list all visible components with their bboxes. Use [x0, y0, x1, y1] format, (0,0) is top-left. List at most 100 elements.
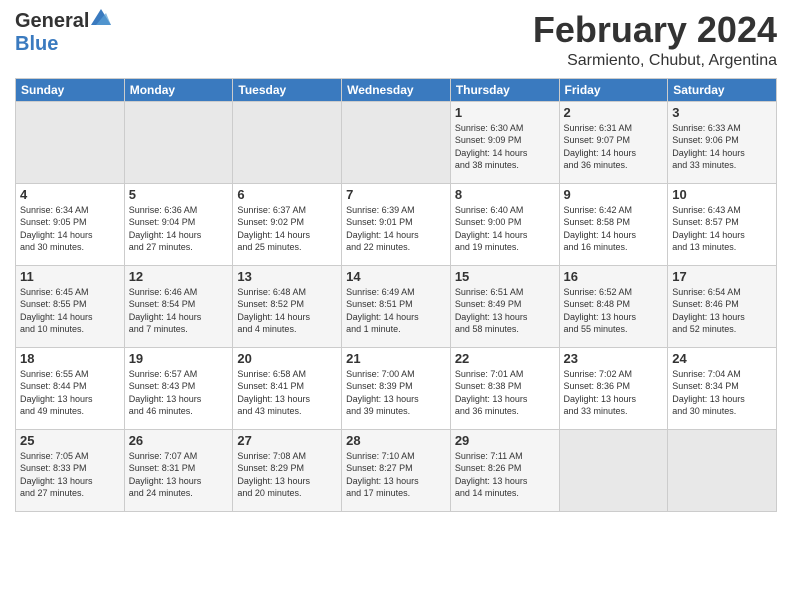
calendar-cell: 12 Sunrise: 6:46 AM Sunset: 8:54 PM Dayli…: [124, 265, 233, 347]
day-number: 10: [672, 187, 772, 202]
day-info: Sunrise: 7:05 AM Sunset: 8:33 PM Dayligh…: [20, 450, 120, 500]
day-number: 11: [20, 269, 120, 284]
calendar-table: Sunday Monday Tuesday Wednesday Thursday…: [15, 78, 777, 512]
day-number: 13: [237, 269, 337, 284]
calendar-cell: 3 Sunrise: 6:33 AM Sunset: 9:06 PM Daylig…: [668, 101, 777, 183]
calendar-week-5: 25 Sunrise: 7:05 AM Sunset: 8:33 PM Dayli…: [16, 429, 777, 511]
calendar-cell: 2 Sunrise: 6:31 AM Sunset: 9:07 PM Daylig…: [559, 101, 668, 183]
day-info: Sunrise: 7:10 AM Sunset: 8:27 PM Dayligh…: [346, 450, 446, 500]
day-info: Sunrise: 6:49 AM Sunset: 8:51 PM Dayligh…: [346, 286, 446, 336]
day-number: 2: [564, 105, 664, 120]
calendar-cell: [124, 101, 233, 183]
location: Sarmiento, Chubut, Argentina: [533, 52, 777, 70]
logo-general: General: [15, 10, 89, 33]
day-info: Sunrise: 6:33 AM Sunset: 9:06 PM Dayligh…: [672, 122, 772, 172]
day-info: Sunrise: 7:04 AM Sunset: 8:34 PM Dayligh…: [672, 368, 772, 418]
calendar-cell: 23 Sunrise: 7:02 AM Sunset: 8:36 PM Dayli…: [559, 347, 668, 429]
calendar-cell: [233, 101, 342, 183]
calendar-cell: 7 Sunrise: 6:39 AM Sunset: 9:01 PM Daylig…: [342, 183, 451, 265]
calendar-cell: [16, 101, 125, 183]
day-number: 9: [564, 187, 664, 202]
calendar-cell: [668, 429, 777, 511]
day-number: 8: [455, 187, 555, 202]
day-info: Sunrise: 6:34 AM Sunset: 9:05 PM Dayligh…: [20, 204, 120, 254]
day-info: Sunrise: 7:08 AM Sunset: 8:29 PM Dayligh…: [237, 450, 337, 500]
calendar-cell: 14 Sunrise: 6:49 AM Sunset: 8:51 PM Dayli…: [342, 265, 451, 347]
day-info: Sunrise: 6:42 AM Sunset: 8:58 PM Dayligh…: [564, 204, 664, 254]
calendar-cell: 19 Sunrise: 6:57 AM Sunset: 8:43 PM Dayli…: [124, 347, 233, 429]
day-number: 25: [20, 433, 120, 448]
calendar-cell: 22 Sunrise: 7:01 AM Sunset: 8:38 PM Dayli…: [450, 347, 559, 429]
calendar-cell: 27 Sunrise: 7:08 AM Sunset: 8:29 PM Dayli…: [233, 429, 342, 511]
logo: General Blue: [15, 10, 111, 56]
col-monday: Monday: [124, 78, 233, 101]
calendar-cell: 24Sunrise: 7:04 AM Sunset: 8:34 PM Dayli…: [668, 347, 777, 429]
day-info: Sunrise: 6:58 AM Sunset: 8:41 PM Dayligh…: [237, 368, 337, 418]
day-number: 16: [564, 269, 664, 284]
day-info: Sunrise: 6:57 AM Sunset: 8:43 PM Dayligh…: [129, 368, 229, 418]
day-number: 28: [346, 433, 446, 448]
logo-icon: [91, 9, 111, 25]
calendar-cell: 18Sunrise: 6:55 AM Sunset: 8:44 PM Dayli…: [16, 347, 125, 429]
calendar-week-1: 1 Sunrise: 6:30 AM Sunset: 9:09 PM Daylig…: [16, 101, 777, 183]
day-number: 4: [20, 187, 120, 202]
day-info: Sunrise: 7:01 AM Sunset: 8:38 PM Dayligh…: [455, 368, 555, 418]
calendar-cell: 16 Sunrise: 6:52 AM Sunset: 8:48 PM Dayli…: [559, 265, 668, 347]
day-info: Sunrise: 6:37 AM Sunset: 9:02 PM Dayligh…: [237, 204, 337, 254]
day-info: Sunrise: 6:36 AM Sunset: 9:04 PM Dayligh…: [129, 204, 229, 254]
calendar-cell: 8 Sunrise: 6:40 AM Sunset: 9:00 PM Daylig…: [450, 183, 559, 265]
calendar-cell: 20 Sunrise: 6:58 AM Sunset: 8:41 PM Dayli…: [233, 347, 342, 429]
day-number: 14: [346, 269, 446, 284]
day-number: 27: [237, 433, 337, 448]
calendar-cell: 6Sunrise: 6:37 AM Sunset: 9:02 PM Daylig…: [233, 183, 342, 265]
day-number: 21: [346, 351, 446, 366]
day-number: 22: [455, 351, 555, 366]
calendar-cell: 11 Sunrise: 6:45 AM Sunset: 8:55 PM Dayli…: [16, 265, 125, 347]
day-info: Sunrise: 6:40 AM Sunset: 9:00 PM Dayligh…: [455, 204, 555, 254]
day-info: Sunrise: 6:54 AM Sunset: 8:46 PM Dayligh…: [672, 286, 772, 336]
calendar-body: 1 Sunrise: 6:30 AM Sunset: 9:09 PM Daylig…: [16, 101, 777, 511]
calendar-cell: 26Sunrise: 7:07 AM Sunset: 8:31 PM Dayli…: [124, 429, 233, 511]
day-number: 19: [129, 351, 229, 366]
day-info: Sunrise: 6:30 AM Sunset: 9:09 PM Dayligh…: [455, 122, 555, 172]
day-info: Sunrise: 6:31 AM Sunset: 9:07 PM Dayligh…: [564, 122, 664, 172]
header-row: Sunday Monday Tuesday Wednesday Thursday…: [16, 78, 777, 101]
day-number: 12: [129, 269, 229, 284]
calendar-week-4: 18Sunrise: 6:55 AM Sunset: 8:44 PM Dayli…: [16, 347, 777, 429]
calendar-cell: 15Sunrise: 6:51 AM Sunset: 8:49 PM Dayli…: [450, 265, 559, 347]
calendar-cell: 5Sunrise: 6:36 AM Sunset: 9:04 PM Daylig…: [124, 183, 233, 265]
day-info: Sunrise: 6:46 AM Sunset: 8:54 PM Dayligh…: [129, 286, 229, 336]
header: General Blue February 2024 Sarmiento, Ch…: [15, 10, 777, 70]
page: General Blue February 2024 Sarmiento, Ch…: [0, 0, 792, 612]
day-number: 26: [129, 433, 229, 448]
calendar-cell: 29 Sunrise: 7:11 AM Sunset: 8:26 PM Dayli…: [450, 429, 559, 511]
col-saturday: Saturday: [668, 78, 777, 101]
day-info: Sunrise: 6:39 AM Sunset: 9:01 PM Dayligh…: [346, 204, 446, 254]
col-tuesday: Tuesday: [233, 78, 342, 101]
calendar-cell: 13 Sunrise: 6:48 AM Sunset: 8:52 PM Dayli…: [233, 265, 342, 347]
col-sunday: Sunday: [16, 78, 125, 101]
day-number: 1: [455, 105, 555, 120]
calendar-cell: [342, 101, 451, 183]
day-info: Sunrise: 6:52 AM Sunset: 8:48 PM Dayligh…: [564, 286, 664, 336]
col-wednesday: Wednesday: [342, 78, 451, 101]
calendar-cell: 4 Sunrise: 6:34 AM Sunset: 9:05 PM Daylig…: [16, 183, 125, 265]
day-info: Sunrise: 7:11 AM Sunset: 8:26 PM Dayligh…: [455, 450, 555, 500]
day-number: 3: [672, 105, 772, 120]
day-info: Sunrise: 6:45 AM Sunset: 8:55 PM Dayligh…: [20, 286, 120, 336]
calendar-cell: 21Sunrise: 7:00 AM Sunset: 8:39 PM Dayli…: [342, 347, 451, 429]
day-info: Sunrise: 6:55 AM Sunset: 8:44 PM Dayligh…: [20, 368, 120, 418]
day-number: 7: [346, 187, 446, 202]
day-number: 20: [237, 351, 337, 366]
calendar-cell: 25 Sunrise: 7:05 AM Sunset: 8:33 PM Dayli…: [16, 429, 125, 511]
day-info: Sunrise: 6:48 AM Sunset: 8:52 PM Dayligh…: [237, 286, 337, 336]
day-info: Sunrise: 6:43 AM Sunset: 8:57 PM Dayligh…: [672, 204, 772, 254]
calendar-cell: 28 Sunrise: 7:10 AM Sunset: 8:27 PM Dayli…: [342, 429, 451, 511]
day-info: Sunrise: 6:51 AM Sunset: 8:49 PM Dayligh…: [455, 286, 555, 336]
day-info: Sunrise: 7:02 AM Sunset: 8:36 PM Dayligh…: [564, 368, 664, 418]
day-number: 23: [564, 351, 664, 366]
day-number: 29: [455, 433, 555, 448]
col-thursday: Thursday: [450, 78, 559, 101]
month-title: February 2024: [533, 10, 777, 50]
title-section: February 2024 Sarmiento, Chubut, Argenti…: [533, 10, 777, 70]
